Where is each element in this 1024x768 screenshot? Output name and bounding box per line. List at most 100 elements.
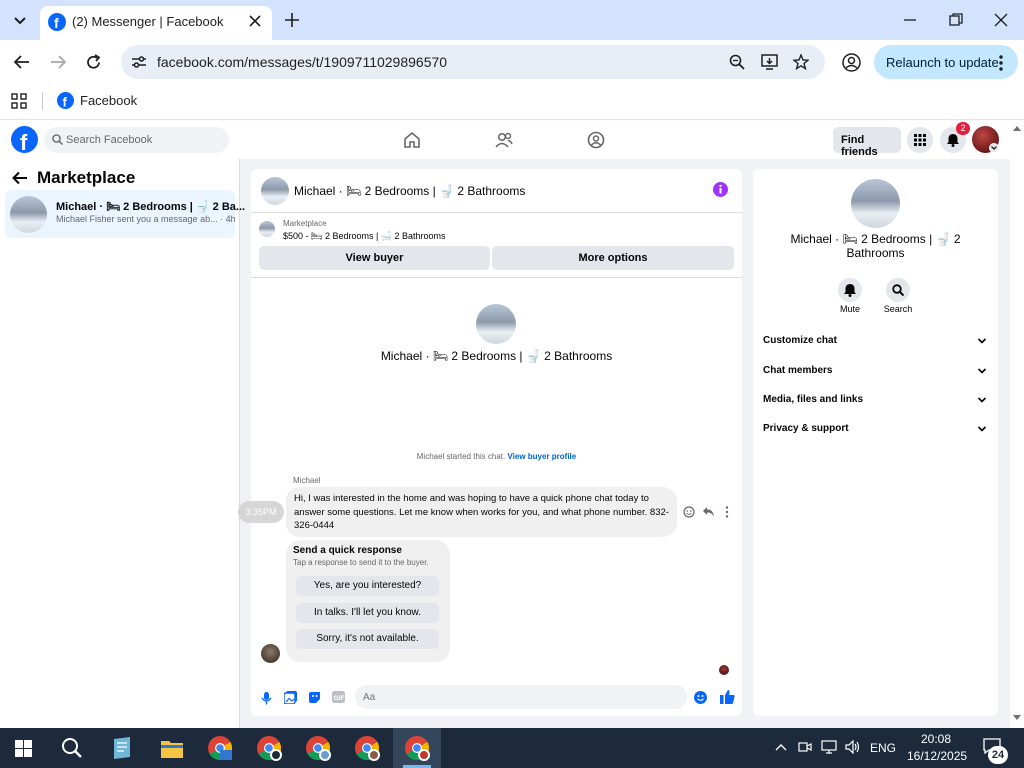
facebook-logo-icon[interactable]: f: [11, 126, 38, 153]
taskbar-search-icon[interactable]: [61, 737, 83, 759]
volume-icon[interactable]: [845, 740, 861, 754]
quick-response-title: Send a quick response: [293, 545, 402, 556]
chrome-profile-icon[interactable]: [256, 735, 282, 761]
marketplace-conversations-panel: Marketplace Michael · 🛏 2 Bedrooms | 🚽 2…: [0, 159, 245, 728]
tab-search-button[interactable]: [10, 10, 30, 30]
meet-now-icon[interactable]: [798, 740, 812, 754]
emoji-icon[interactable]: [694, 691, 707, 704]
minimize-icon[interactable]: [902, 12, 918, 28]
zoom-icon[interactable]: [729, 54, 745, 70]
listing-thumbnail[interactable]: [259, 221, 275, 237]
chat-header-name[interactable]: Michael · 🛏 2 Bedrooms | 🚽 2 Bathrooms: [294, 184, 525, 198]
message-sender: Michael: [293, 476, 321, 485]
view-buyer-button[interactable]: View buyer: [259, 246, 490, 270]
restore-icon[interactable]: [948, 12, 964, 28]
scroll-down-icon[interactable]: [1013, 715, 1021, 721]
home-icon[interactable]: [403, 131, 421, 149]
close-window-icon[interactable]: [993, 12, 1009, 28]
thumbs-up-icon[interactable]: [720, 689, 735, 704]
quick-reply-button[interactable]: In talks. I'll let you know.: [296, 603, 439, 623]
message-bubble[interactable]: Hi, I was interested in the home and was…: [286, 487, 677, 537]
microphone-icon[interactable]: [261, 691, 272, 705]
tray-chevron-up-icon[interactable]: [775, 743, 787, 751]
reload-icon[interactable]: [85, 54, 102, 71]
chat-center-avatar: [476, 304, 516, 344]
listing-title[interactable]: $500 - 🛏 2 Bedrooms | 🛁 2 Bathrooms: [283, 231, 446, 242]
windows-taskbar: ENG 20:08 16/12/2025 24: [0, 728, 1024, 768]
browser-toolbar: facebook.com/messages/t/1909711029896570…: [0, 40, 1024, 84]
reply-icon[interactable]: [702, 506, 715, 518]
message-input[interactable]: [363, 689, 663, 705]
forward-icon[interactable]: [49, 54, 67, 70]
bookmark-star-icon[interactable]: [793, 54, 809, 70]
friends-icon[interactable]: [495, 131, 513, 149]
relaunch-to-update-button[interactable]: Relaunch to update: [874, 45, 1018, 79]
chat-members-row[interactable]: Chat members: [763, 365, 991, 385]
info-name: Michael · 🛏 2 Bedrooms | 🚽 2 Bathrooms: [790, 232, 961, 260]
clock-time[interactable]: 20:08: [921, 732, 951, 746]
install-app-icon[interactable]: [761, 54, 778, 70]
new-tab-icon[interactable]: [284, 12, 300, 28]
bookmarks-bar: f Facebook: [0, 84, 1024, 120]
back-arrow-icon[interactable]: [12, 171, 28, 185]
search-label: Search: [883, 304, 913, 314]
chat-header-avatar[interactable]: [261, 177, 289, 205]
profile-icon[interactable]: [842, 53, 861, 72]
chrome-app-icon[interactable]: [207, 735, 233, 761]
conversation-item[interactable]: Michael · 🛏 2 Bedrooms | 🚽 2 Ba... Micha…: [5, 190, 245, 238]
bookmark-label: Facebook: [80, 93, 138, 108]
view-buyer-profile-link[interactable]: View buyer profile: [507, 452, 576, 461]
notification-badge: 2: [956, 122, 970, 135]
react-icon[interactable]: [683, 506, 695, 518]
notepad-app-icon[interactable]: [110, 736, 134, 760]
network-icon[interactable]: [821, 740, 837, 754]
site-info-icon[interactable]: [131, 55, 147, 69]
menu-button[interactable]: [907, 127, 933, 153]
media-files-links-row[interactable]: Media, files and links: [763, 394, 991, 414]
quick-response-card: Send a quick response Tap a response to …: [286, 540, 450, 662]
conversation-preview: Michael Fisher sent you a message ab... …: [56, 214, 236, 224]
message-timestamp: 3:35PM: [238, 501, 284, 523]
language-indicator[interactable]: ENG: [870, 741, 896, 755]
facebook-favicon-icon: f: [48, 13, 66, 31]
close-tab-icon[interactable]: [248, 14, 262, 28]
chevron-down-icon: [977, 396, 987, 404]
sticker-icon[interactable]: [308, 691, 321, 704]
back-icon[interactable]: [13, 54, 31, 70]
chevron-down-icon: [977, 425, 987, 433]
more-actions-icon[interactable]: [725, 506, 729, 518]
header-divider: [251, 212, 742, 213]
facebook-search-input[interactable]: Search Facebook: [44, 127, 229, 153]
address-bar[interactable]: facebook.com/messages/t/1909711029896570: [121, 45, 825, 79]
page-scrollbar[interactable]: [1010, 121, 1024, 728]
file-explorer-icon[interactable]: [160, 737, 184, 759]
chrome-profile-icon[interactable]: [305, 735, 331, 761]
scroll-up-icon[interactable]: [1013, 125, 1021, 131]
search-in-chat-button[interactable]: [886, 278, 910, 302]
url-text: facebook.com/messages/t/1909711029896570: [157, 54, 448, 70]
mute-button[interactable]: [838, 278, 862, 302]
privacy-support-row[interactable]: Privacy & support: [763, 423, 991, 443]
apps-grid-icon[interactable]: [11, 93, 27, 109]
started-text: Michael started this chat.: [416, 452, 506, 461]
account-chevron-icon[interactable]: [989, 143, 999, 153]
windows-start-icon[interactable]: [15, 740, 32, 757]
clock-date[interactable]: 16/12/2025: [907, 749, 967, 763]
find-friends-button[interactable]: Find friends: [833, 127, 901, 158]
customize-chat-row[interactable]: Customize chat: [763, 335, 991, 355]
section-label: Chat members: [763, 365, 833, 376]
section-label: Media, files and links: [763, 394, 864, 405]
gallery-icon[interactable]: [284, 691, 297, 704]
info-icon[interactable]: [713, 182, 728, 197]
quick-reply-button[interactable]: Yes, are you interested?: [296, 576, 439, 596]
active-app-highlight[interactable]: [393, 728, 441, 768]
quick-reply-button[interactable]: Sorry, it's not available.: [296, 629, 439, 649]
browser-menu-icon[interactable]: [998, 55, 1004, 71]
gif-icon[interactable]: GIF: [332, 691, 345, 703]
groups-icon[interactable]: [587, 131, 605, 149]
chrome-profile-icon[interactable]: [354, 735, 380, 761]
more-options-button[interactable]: More options: [492, 246, 734, 270]
browser-tab[interactable]: f (2) Messenger | Facebook: [40, 6, 272, 40]
section-label: Customize chat: [763, 335, 837, 346]
message-composer[interactable]: [355, 685, 707, 709]
